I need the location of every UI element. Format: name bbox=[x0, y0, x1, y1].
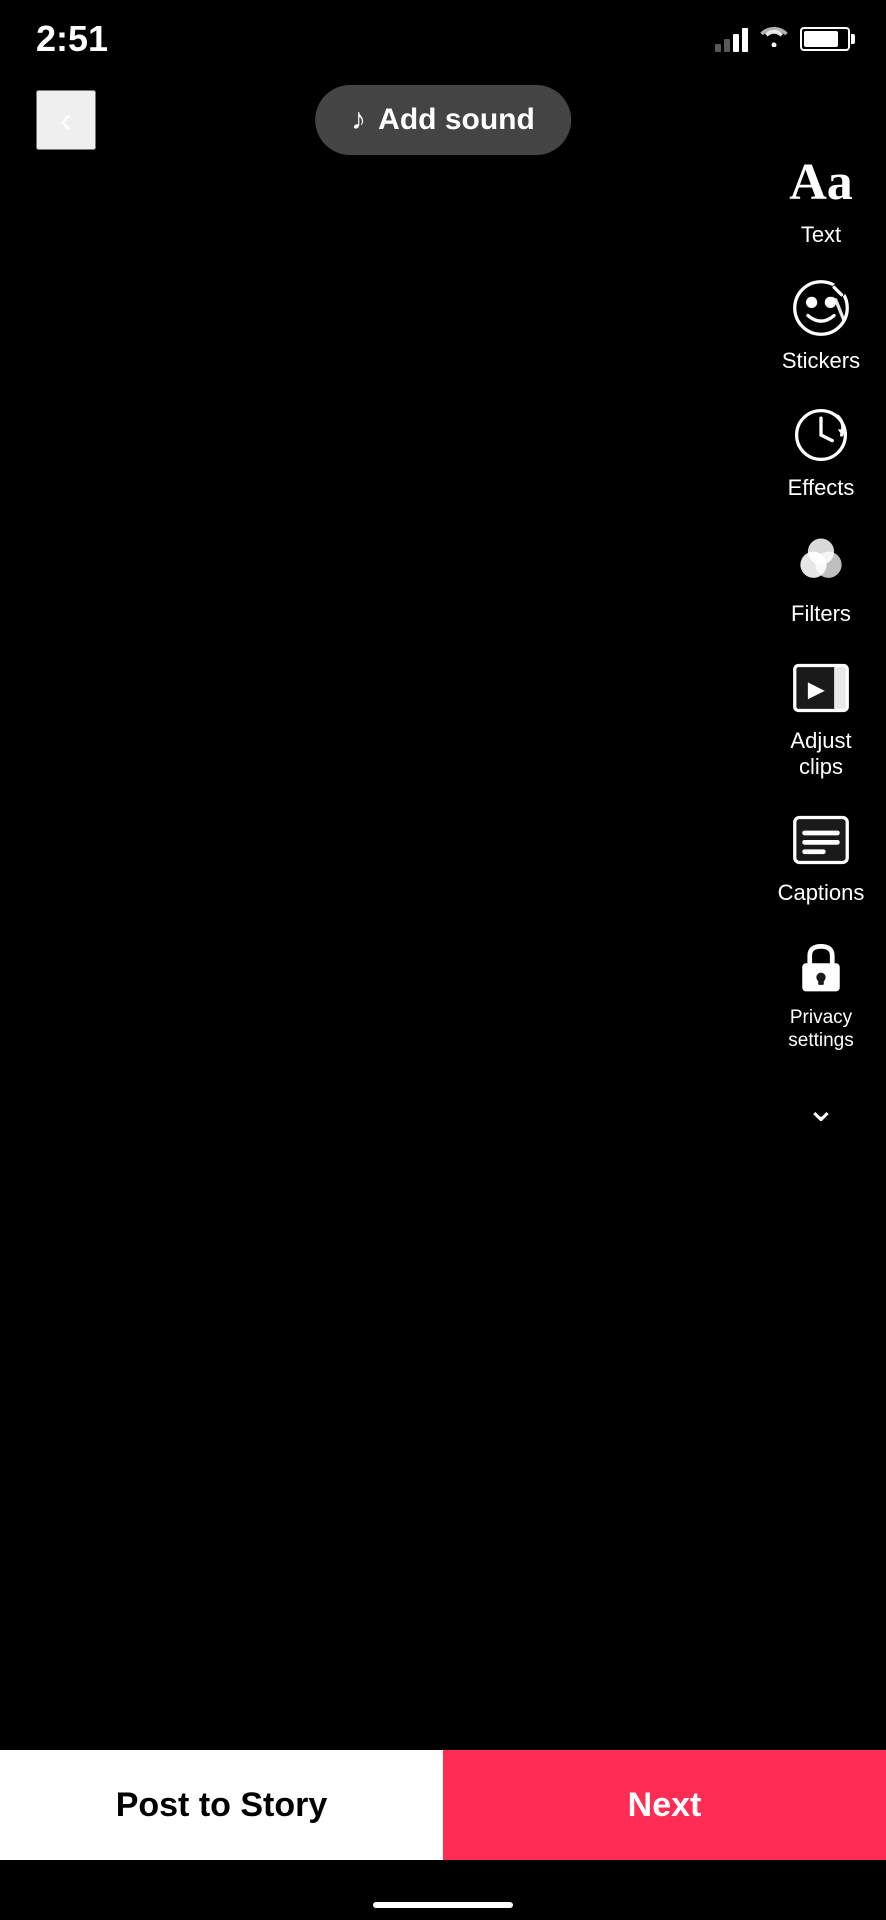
toolbar-item-stickers[interactable]: Stickers bbox=[766, 266, 876, 384]
toolbar-item-text[interactable]: Aa Text bbox=[766, 140, 876, 258]
signal-icon bbox=[715, 26, 748, 52]
chevron-down-button[interactable]: ⌄ bbox=[766, 1070, 876, 1140]
toolbar-item-privacy[interactable]: Privacy settings bbox=[766, 925, 876, 1063]
right-toolbar: Aa Text Stickers bbox=[766, 140, 886, 1140]
next-label: Next bbox=[628, 1786, 702, 1825]
wifi-icon bbox=[760, 25, 788, 54]
effects-label: Effects bbox=[788, 475, 855, 501]
music-note-icon: ♪ bbox=[351, 103, 366, 137]
adjust-clips-icon bbox=[789, 656, 853, 720]
next-button[interactable]: Next bbox=[443, 1750, 886, 1860]
back-button[interactable]: ‹ bbox=[36, 90, 96, 150]
status-time: 2:51 bbox=[36, 18, 108, 60]
text-icon: Aa bbox=[789, 150, 853, 214]
privacy-label: Privacy settings bbox=[766, 1007, 876, 1053]
adjust-clips-label: Adjust clips bbox=[766, 728, 876, 781]
captions-label: Captions bbox=[778, 880, 865, 906]
top-bar: ‹ ♪ Add sound bbox=[0, 70, 886, 170]
stickers-label: Stickers bbox=[782, 348, 860, 374]
stickers-icon bbox=[789, 276, 853, 340]
toolbar-item-captions[interactable]: Captions bbox=[766, 798, 876, 916]
toolbar-item-effects[interactable]: Effects bbox=[766, 393, 876, 511]
post-to-story-button[interactable]: Post to Story bbox=[0, 1750, 443, 1860]
status-icons bbox=[715, 25, 850, 54]
toolbar-item-adjust-clips[interactable]: Adjust clips bbox=[766, 646, 876, 791]
effects-icon bbox=[789, 403, 853, 467]
status-bar: 2:51 bbox=[0, 0, 886, 70]
toolbar-item-filters[interactable]: Filters bbox=[766, 519, 876, 637]
text-label: Text bbox=[801, 222, 841, 248]
battery-icon bbox=[800, 27, 850, 51]
add-sound-label: Add sound bbox=[378, 103, 535, 137]
filters-icon bbox=[789, 529, 853, 593]
privacy-icon bbox=[789, 935, 853, 999]
home-indicator bbox=[373, 1902, 513, 1908]
add-sound-button[interactable]: ♪ Add sound bbox=[315, 85, 571, 155]
post-to-story-label: Post to Story bbox=[116, 1786, 328, 1825]
back-chevron-icon: ‹ bbox=[60, 99, 72, 141]
bottom-bar: Post to Story Next bbox=[0, 1750, 886, 1860]
filters-label: Filters bbox=[791, 601, 851, 627]
captions-icon bbox=[789, 808, 853, 872]
chevron-down-icon: ⌄ bbox=[806, 1088, 836, 1130]
